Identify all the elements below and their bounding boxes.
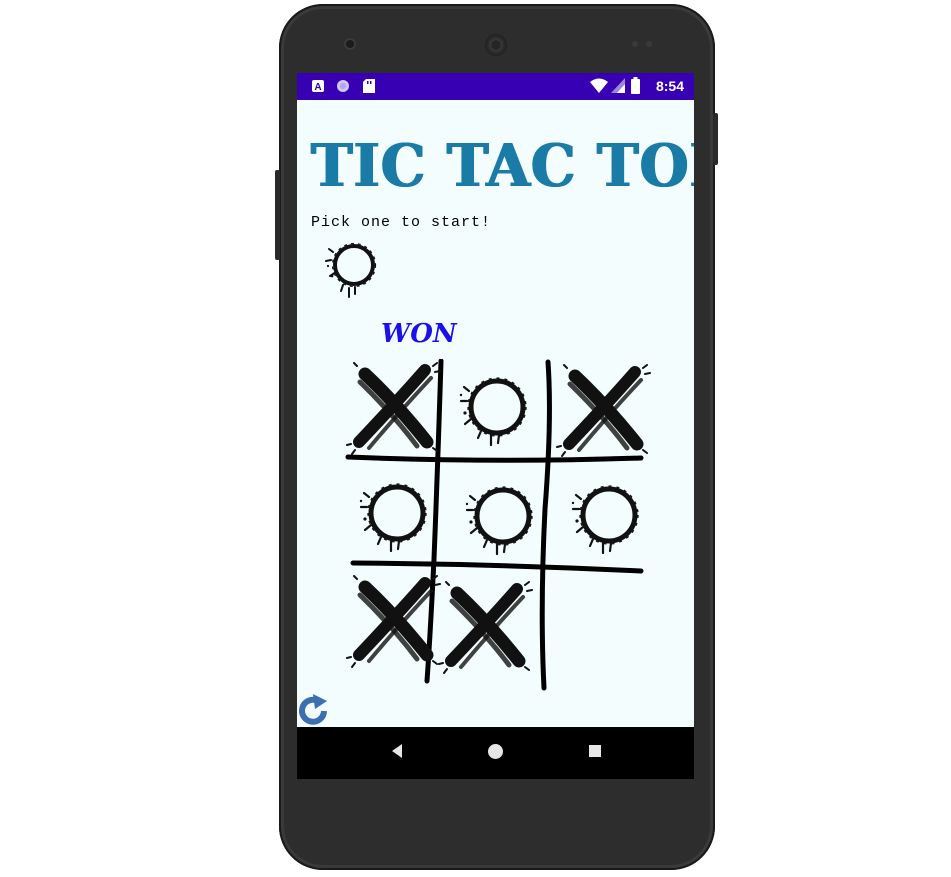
back-icon[interactable] bbox=[390, 743, 404, 759]
status-bar: A 8:54 bbox=[297, 73, 694, 100]
navigation-bar bbox=[297, 727, 694, 779]
volume-button bbox=[275, 170, 280, 260]
x-mark-icon bbox=[346, 362, 441, 455]
x-mark-icon bbox=[346, 575, 441, 668]
pick-o-button[interactable] bbox=[323, 238, 383, 300]
result-text: WON bbox=[381, 319, 457, 349]
battery-icon bbox=[631, 77, 640, 94]
board-cell-r2-c2[interactable] bbox=[455, 474, 551, 570]
refresh-icon[interactable] bbox=[297, 694, 331, 728]
light-sensor bbox=[646, 41, 652, 47]
board-cell-r1-c2[interactable] bbox=[449, 365, 545, 461]
svg-text:A: A bbox=[314, 82, 321, 93]
x-mark-icon bbox=[556, 364, 651, 457]
a-notification-icon: A bbox=[312, 80, 324, 93]
power-button bbox=[713, 113, 718, 165]
circle-notification-icon bbox=[337, 80, 349, 92]
board-cell-r3-c3[interactable] bbox=[541, 581, 637, 677]
board-cell-r1-c3[interactable] bbox=[555, 364, 651, 460]
x-mark-icon bbox=[438, 581, 533, 674]
game-board bbox=[345, 359, 651, 693]
board-cell-r2-c3[interactable] bbox=[561, 473, 657, 569]
recents-icon[interactable] bbox=[588, 744, 602, 758]
board-cell-r3-c1[interactable] bbox=[345, 575, 441, 671]
front-camera bbox=[344, 38, 356, 50]
board-cell-r1-c1[interactable] bbox=[345, 362, 441, 458]
signal-icon bbox=[611, 78, 625, 93]
app-content: TIC TAC TOE Pick one to start! WON bbox=[297, 100, 694, 727]
device-screen: A 8:54 TIC TAC TOE Pick one to start! WO… bbox=[297, 73, 694, 779]
earpiece-speaker bbox=[485, 34, 507, 56]
o-mark-icon bbox=[325, 242, 377, 298]
sd-card-icon bbox=[363, 79, 375, 93]
proximity-sensor bbox=[632, 41, 638, 47]
app-title: TIC TAC TOE bbox=[311, 131, 694, 201]
o-mark-icon bbox=[571, 485, 639, 555]
o-mark-icon bbox=[465, 486, 533, 556]
clock-time: 8:54 bbox=[655, 78, 684, 94]
home-icon[interactable] bbox=[487, 743, 504, 760]
board-cell-r2-c1[interactable] bbox=[349, 471, 445, 567]
o-mark-icon bbox=[359, 483, 427, 553]
o-mark-icon bbox=[459, 377, 527, 447]
wifi-icon bbox=[590, 78, 608, 93]
board-cell-r3-c2[interactable] bbox=[437, 581, 533, 677]
start-prompt: Pick one to start! bbox=[311, 214, 492, 231]
